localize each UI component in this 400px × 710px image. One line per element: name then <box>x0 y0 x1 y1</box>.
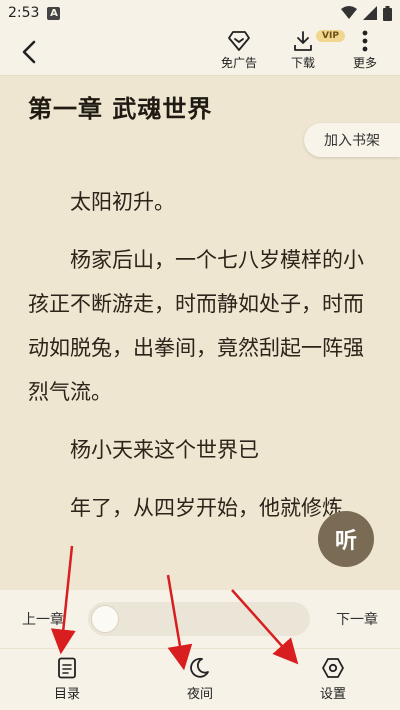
download-label: 下载 <box>290 56 315 70</box>
tab-catalog[interactable]: 目录 <box>37 657 97 705</box>
reading-area[interactable]: 第一章 武魂世界 加入书架 太阳初升。 杨家后山，一个七八岁模样的小孩正不断游走… <box>0 77 400 590</box>
moon-icon <box>190 657 209 678</box>
ad-free-label: 免广告 <box>220 56 257 70</box>
chapter-title: 第一章 武魂世界 <box>28 95 213 123</box>
paragraph: 杨家后山，一个七八岁模样的小孩正不断游走，时而静如处子，时而动如脱兔，出拳间，竟… <box>28 248 364 404</box>
paragraph: 杨小天来这个世界已 <box>70 438 259 462</box>
add-to-bookshelf-button[interactable]: 加入书架 <box>304 123 400 157</box>
next-chapter-button[interactable]: 下一章 <box>336 609 378 629</box>
download-icon <box>294 31 312 51</box>
listen-button[interactable]: 听 <box>318 511 374 567</box>
chapter-progress-row: 上一章 下一章 <box>0 590 400 648</box>
reader-toolbar: 免广告 下载 VIP 更多 <box>0 26 400 76</box>
tab-night-label: 夜间 <box>186 687 213 702</box>
back-button[interactable] <box>14 38 44 66</box>
tab-settings-label: 设置 <box>319 687 346 702</box>
ad-free-icon <box>228 31 250 51</box>
chapter-progress-slider[interactable] <box>88 602 310 636</box>
tab-settings[interactable]: 设置 <box>303 657 363 705</box>
signal-icon <box>363 6 377 20</box>
tab-catalog-label: 目录 <box>53 687 80 702</box>
prev-chapter-button[interactable]: 上一章 <box>22 609 64 629</box>
settings-icon <box>322 658 344 678</box>
paragraph: 太阳初升。 <box>70 190 175 214</box>
slider-thumb[interactable] <box>91 605 119 633</box>
more-dots-icon <box>362 30 368 52</box>
more-label: 更多 <box>352 56 377 70</box>
status-time: 2:53 <box>8 5 40 21</box>
battery-icon <box>383 5 392 21</box>
bottom-tab-bar: 目录 夜间 设置 <box>0 648 400 710</box>
back-arrow-icon <box>22 40 36 64</box>
more-button[interactable]: 更多 <box>340 30 390 74</box>
status-bar: 2:53 A <box>0 0 400 26</box>
wifi-icon <box>341 6 357 19</box>
ad-free-button[interactable]: 免广告 <box>214 30 264 74</box>
notification-icon: A <box>47 6 61 20</box>
tab-night-mode[interactable]: 夜间 <box>170 657 230 705</box>
chapter-text: 太阳初升。 杨家后山，一个七八岁模样的小孩正不断游走，时而静如处子，时而动如脱兔… <box>28 180 374 544</box>
catalog-icon <box>58 657 76 679</box>
